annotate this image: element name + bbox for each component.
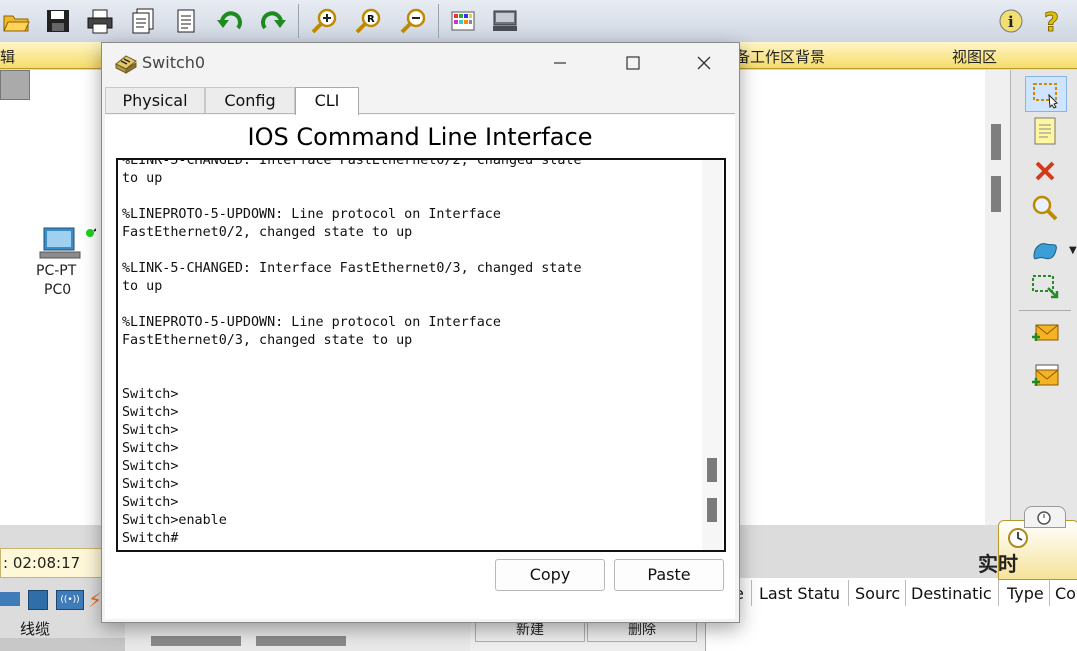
pdu-list: e Last Statu Sourc Destinatic Type Co xyxy=(705,578,1077,651)
column-divider xyxy=(848,580,849,606)
add-simple-pdu-icon[interactable] xyxy=(1025,316,1065,350)
pdu-column-last-status[interactable]: Last Statu xyxy=(759,584,840,603)
close-icon xyxy=(697,56,711,70)
svg-text:R: R xyxy=(367,14,375,25)
open-folder-icon[interactable] xyxy=(0,5,32,37)
device-icon[interactable] xyxy=(489,5,521,37)
wireless-icon[interactable]: ((•)) xyxy=(56,590,84,610)
column-divider xyxy=(1049,580,1050,606)
svg-text:?: ? xyxy=(1044,8,1059,35)
palette-divider xyxy=(1019,310,1071,311)
dialog-tabs: Physical Config CLI xyxy=(105,87,735,115)
model-item-bar[interactable] xyxy=(151,636,241,646)
info-icon[interactable]: i xyxy=(995,5,1027,37)
dialog-titlebar[interactable]: Switch0 xyxy=(102,43,739,83)
draw-shape-icon[interactable] xyxy=(1025,232,1065,266)
workspace-corner-icon xyxy=(0,70,30,100)
chevron-down-icon[interactable]: ▼ xyxy=(1069,245,1077,256)
column-divider xyxy=(905,580,906,606)
save-icon[interactable] xyxy=(42,5,74,37)
cable-label: 线缆 xyxy=(20,620,51,638)
pdu-column-color[interactable]: Co xyxy=(1055,584,1076,603)
note-icon[interactable] xyxy=(1025,114,1065,148)
column-divider xyxy=(998,580,999,606)
time-value: : 02:08:17 xyxy=(3,554,81,572)
resize-icon[interactable] xyxy=(1025,270,1065,304)
zoom-in-icon[interactable] xyxy=(308,5,340,37)
column-divider xyxy=(751,580,752,606)
tool-palette: ▼ xyxy=(1010,70,1077,525)
cli-heading: IOS Command Line Interface xyxy=(247,123,593,151)
pdu-column-source[interactable]: Sourc xyxy=(855,584,900,603)
document-icon[interactable] xyxy=(170,5,202,37)
dialog-title: Switch0 xyxy=(142,53,206,72)
cli-panel: IOS Command Line Interface %LINK-5-CHANG… xyxy=(105,115,735,619)
scroll-thumb[interactable] xyxy=(991,176,1001,212)
scroll-thumb[interactable] xyxy=(991,124,1001,160)
close-button[interactable] xyxy=(686,49,722,77)
pdu-column-type[interactable]: Type xyxy=(1007,584,1044,603)
minimize-button[interactable] xyxy=(542,49,578,77)
cli-console[interactable]: %LINK-5-CHANGED: Interface FastEthernet0… xyxy=(116,158,726,552)
model-item-bar[interactable] xyxy=(256,636,346,646)
redo-icon[interactable] xyxy=(257,5,289,37)
toolbar-divider xyxy=(298,4,299,38)
scroll-thumb[interactable] xyxy=(707,498,717,522)
switch-config-dialog: Switch0 Physical Config CLI IOS Command … xyxy=(101,42,740,623)
pc-name-label: PC0 xyxy=(44,282,72,298)
pdu-column-destination[interactable]: Destinatic xyxy=(911,584,992,603)
maximize-button[interactable] xyxy=(615,49,651,77)
tab-cli[interactable]: CLI xyxy=(295,87,359,115)
realtime-label: 实时 xyxy=(978,552,1018,576)
svg-text:i: i xyxy=(1008,13,1014,31)
add-complex-pdu-icon[interactable] xyxy=(1025,358,1065,392)
cli-scrollbar[interactable] xyxy=(702,160,722,550)
paste-button[interactable]: Paste xyxy=(614,559,724,591)
device-list-row xyxy=(0,638,125,651)
simulation-time-display: : 02:08:17 xyxy=(0,548,107,578)
cli-output[interactable]: %LINK-5-CHANGED: Interface FastEthernet0… xyxy=(122,160,697,548)
zoom-reset-icon[interactable]: R xyxy=(352,5,384,37)
stopwatch-icon xyxy=(1037,511,1051,525)
clock-icon xyxy=(1008,528,1028,548)
logical-workspace-label[interactable]: 辑 xyxy=(0,46,15,67)
maximize-icon xyxy=(626,56,640,70)
hub-icon[interactable] xyxy=(0,592,20,606)
help-icon[interactable]: ? xyxy=(1036,5,1068,37)
workspace-scrollbar[interactable] xyxy=(985,70,1010,525)
undo-icon[interactable] xyxy=(214,5,246,37)
switch-device-icon xyxy=(115,55,137,74)
toolbar-divider xyxy=(438,4,439,38)
inspect-icon[interactable] xyxy=(1025,192,1065,226)
minimize-icon xyxy=(554,62,566,64)
delete-icon[interactable] xyxy=(1025,154,1065,188)
main-toolbar: R i ? xyxy=(0,0,1077,43)
switch-icon[interactable] xyxy=(28,590,48,610)
pc-icon xyxy=(39,227,99,259)
select-icon[interactable] xyxy=(1025,76,1067,112)
palette-icon[interactable] xyxy=(447,5,479,37)
pc-type-label: PC-PT xyxy=(36,263,77,279)
tab-physical[interactable]: Physical xyxy=(105,87,205,113)
copy-button[interactable]: Copy xyxy=(495,559,605,591)
scroll-thumb[interactable] xyxy=(707,458,717,482)
connection-bolt-icon[interactable]: ⚡ xyxy=(88,588,102,612)
simulation-mode-tab[interactable] xyxy=(1024,506,1066,528)
viewport-label[interactable]: 视图区 xyxy=(952,46,997,67)
print-icon[interactable] xyxy=(84,5,116,37)
zoom-out-icon[interactable] xyxy=(397,5,429,37)
tab-config[interactable]: Config xyxy=(205,87,295,113)
activity-wizard-icon[interactable] xyxy=(127,5,159,37)
workspace-background-label[interactable]: 备工作区背景 xyxy=(735,46,825,67)
